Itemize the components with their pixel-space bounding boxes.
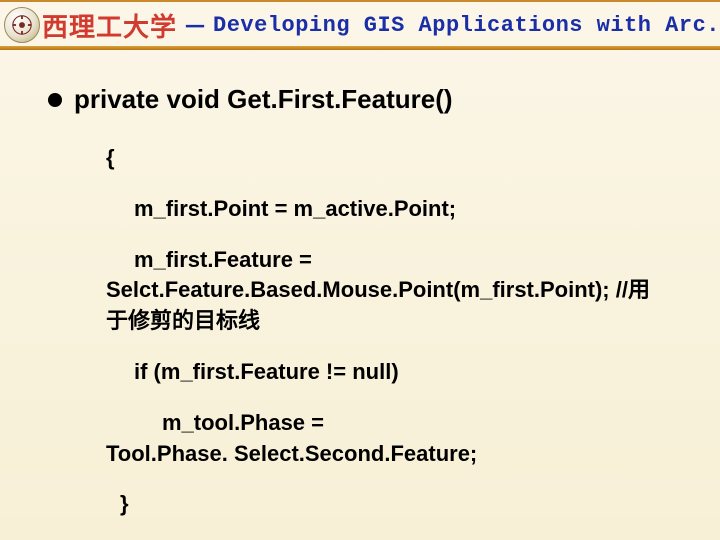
slide-content: private void Get.First.Feature() { m_fir…: [0, 48, 720, 520]
code-tool-phase-l2: Tool.Phase. Select.Second.Feature;: [106, 439, 690, 470]
code-block: { m_first.Point = m_active.Point; m_firs…: [48, 143, 690, 520]
gear-emblem-icon: [11, 14, 33, 36]
header-university-name: 西理工大学: [42, 7, 177, 44]
code-assign-feature-l3: 于修剪的目标线: [106, 306, 690, 337]
bullet-icon: [48, 93, 62, 107]
code-assign-feature-l2: Selct.Feature.Based.Mouse.Point(m_first.…: [106, 275, 690, 306]
university-logo: [4, 7, 40, 43]
code-assign-feature: m_first.Feature = Selct.Feature.Based.Mo…: [106, 245, 690, 337]
code-tool-phase: m_tool.Phase = Tool.Phase. Select.Second…: [106, 408, 690, 470]
code-open-brace: {: [106, 143, 690, 174]
header-course-title: Developing GIS Applications with Arc.Obj…: [213, 13, 720, 38]
code-tool-phase-l1: m_tool.Phase =: [106, 408, 690, 439]
header-separator: －: [177, 7, 213, 43]
slide-header: 西理工大学 － Developing GIS Applications with…: [0, 0, 720, 48]
code-if: if (m_first.Feature != null): [106, 357, 690, 388]
code-assign-feature-l1: m_first.Feature =: [106, 245, 690, 276]
code-assign-point: m_first.Point = m_active.Point;: [106, 194, 690, 225]
code-close-brace: }: [106, 489, 690, 520]
bullet-text: private void Get.First.Feature(): [74, 84, 453, 115]
bullet-method-signature: private void Get.First.Feature(): [48, 84, 690, 115]
header-underline: [0, 46, 720, 50]
